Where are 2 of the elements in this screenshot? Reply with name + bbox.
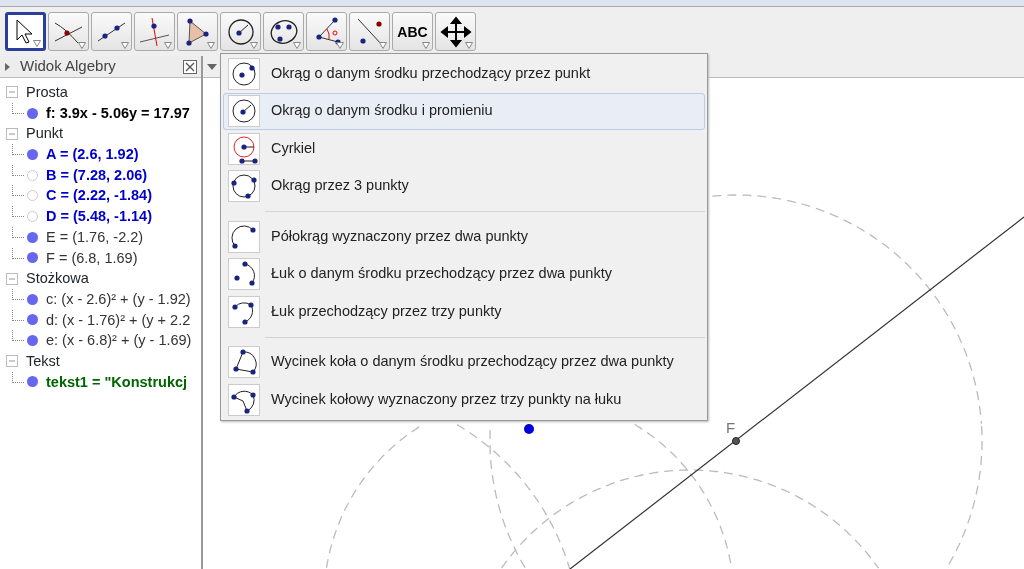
point-label: F bbox=[726, 419, 736, 436]
panel-title: Widok Algebry bbox=[20, 56, 116, 77]
